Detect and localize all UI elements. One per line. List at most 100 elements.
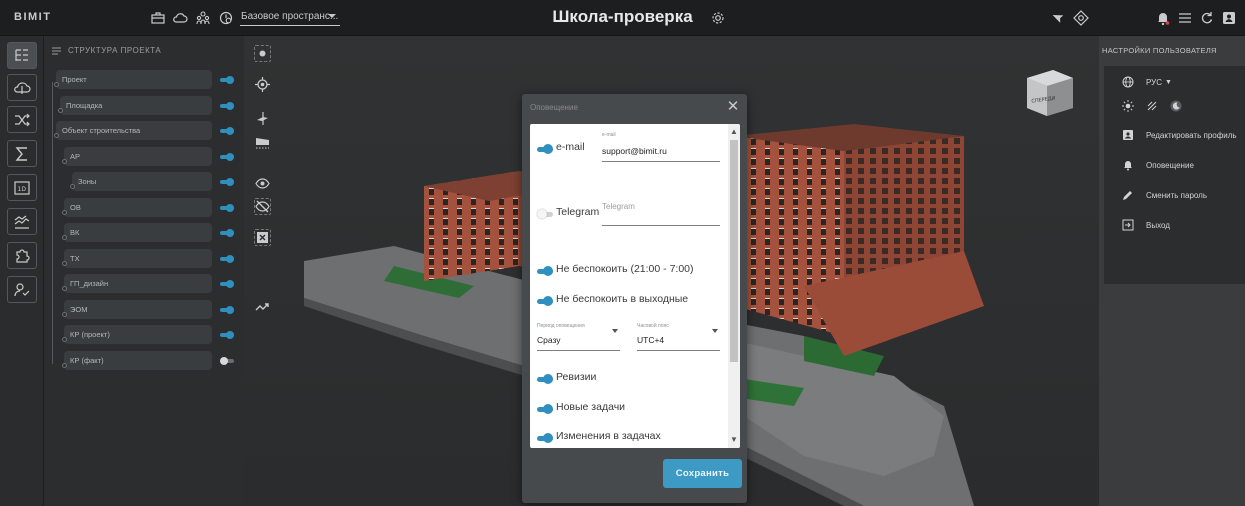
list-icon[interactable] [1175,8,1195,28]
tree-item[interactable]: ЭОМ [64,299,212,319]
gear-icon[interactable] [708,8,728,28]
visibility-toggle[interactable] [220,331,234,339]
briefcase-icon[interactable] [148,8,168,28]
cloud-layers-button[interactable] [7,74,37,101]
change-password-item[interactable]: Сменить пароль [1122,189,1207,201]
edit-profile-item[interactable]: Редактировать профиль [1122,129,1237,141]
bell-icon[interactable] [1153,8,1173,28]
viewcube: СПЕРЕДИ [1027,70,1073,116]
app-logo[interactable]: BIMIT [14,11,51,23]
visibility-toggle[interactable] [220,101,234,110]
svg-text:1D: 1D [18,186,27,193]
show-button[interactable] [254,175,271,192]
email-field-value: support@bimit.ru [602,146,667,156]
orbit-icon[interactable] [1071,8,1091,28]
compare-button[interactable] [7,106,37,133]
tree-item-label: Зоны [78,177,97,186]
app-window: BIMIT Базовое пространс... Школа-проверк… [0,0,1245,506]
tree-list-icon [52,47,61,54]
change-password-label: Сменить пароль [1146,190,1208,200]
visibility-toggle[interactable] [220,152,234,161]
user-profile-icon[interactable] [1219,8,1239,28]
telegram-toggle[interactable] [537,209,553,219]
tree-item[interactable]: Площадка [60,95,212,115]
sum-button[interactable] [7,140,37,167]
scroll-down-icon[interactable]: ▼ [730,435,738,445]
logout-item[interactable]: Выход [1122,219,1170,231]
tree-item[interactable]: КР (проект) [64,325,212,344]
period-select-label: Период оповещения [537,323,585,329]
shuffle-icon [15,113,30,126]
visibility-toggle[interactable] [220,356,234,365]
target-dot-icon [259,50,266,57]
space-select[interactable]: Базовое пространс... [240,10,340,26]
visibility-toggle[interactable] [220,280,234,288]
isolate-button[interactable] [254,229,271,246]
language-value: РУС [1146,77,1163,87]
tree-item-label: ВК [70,228,80,237]
tree-item[interactable]: ОВ [64,197,212,217]
language-select[interactable]: РУС ▼ [1122,76,1172,88]
visibility-toggle[interactable] [220,254,234,263]
trend-button[interactable] [254,298,271,315]
dnd-night-toggle[interactable] [537,266,553,276]
tree-item[interactable]: АР [64,146,212,166]
task-changes-label: Изменения в задачах [556,430,661,442]
chart-button[interactable] [7,208,37,235]
tree-item[interactable]: Зоны [72,172,212,191]
cloud-icon[interactable] [170,8,190,28]
tree-item-label: ЭОМ [70,304,88,314]
email-toggle[interactable] [537,144,553,154]
telegram-field[interactable]: Telegram [602,196,720,226]
close-icon[interactable]: ✕ [726,99,740,114]
section-plane-button[interactable] [254,110,271,127]
1d-view-button[interactable]: 1D [7,174,37,201]
fit-view-button[interactable] [254,45,271,62]
structure-tree-button[interactable] [7,42,37,69]
visibility-toggle[interactable] [220,76,234,84]
history-icon[interactable] [216,8,236,28]
new-tasks-toggle[interactable] [537,404,553,414]
visibility-toggle[interactable] [220,229,234,237]
dnd-weekend-toggle[interactable] [537,296,553,306]
focus-button[interactable] [254,76,271,93]
tree-item[interactable]: КР (факт) [64,350,212,370]
revisions-toggle[interactable] [537,374,553,384]
measure-button[interactable] [254,134,271,151]
hide-button[interactable] [254,198,271,215]
trend-up-icon [255,303,269,311]
tree-item[interactable]: Проект [56,70,212,89]
timezone-select[interactable]: Часовой пояс UTC+4 [637,323,720,351]
tree-item-label: ГП_дизайн [70,279,109,288]
logout-icon [1122,219,1134,231]
task-changes-toggle[interactable] [537,433,553,443]
cursor-pointer-icon[interactable] [1049,8,1069,28]
scroll-up-icon[interactable]: ▲ [730,127,738,137]
tree-item[interactable]: ВК [64,223,212,242]
dialog-scrollbar[interactable]: ▲ ▼ [728,124,740,448]
tree-node-dot [58,107,63,113]
tree-item-label: Объект строительства [62,126,141,135]
visibility-toggle[interactable] [220,178,234,186]
visibility-toggle[interactable] [220,127,234,135]
visibility-toggle[interactable] [220,203,234,212]
puzzle-icon [16,248,30,263]
save-button[interactable]: Сохранить [663,459,742,488]
integration-button[interactable] [7,242,37,269]
scrollbar-thumb[interactable] [730,140,738,362]
tree-item[interactable]: Объект строительства [56,121,212,140]
tree-item[interactable]: ГП_дизайн [64,274,212,293]
notifications-item[interactable]: Оповещение [1122,159,1194,171]
contrast-icon[interactable] [1146,100,1158,112]
visibility-toggle[interactable] [220,305,234,314]
email-field[interactable]: e-mail support@bimit.ru [602,132,720,162]
globe-icon [1122,76,1134,88]
period-select[interactable]: Период оповещения Сразу [537,323,620,351]
tree-guide-line [52,82,53,364]
moon-icon[interactable] [1170,100,1182,112]
tree-item[interactable]: ТХ [64,248,212,268]
user-access-button[interactable] [7,276,37,303]
refresh-icon[interactable] [1197,8,1217,28]
users-icon[interactable] [193,8,213,28]
sun-icon[interactable] [1122,100,1134,112]
